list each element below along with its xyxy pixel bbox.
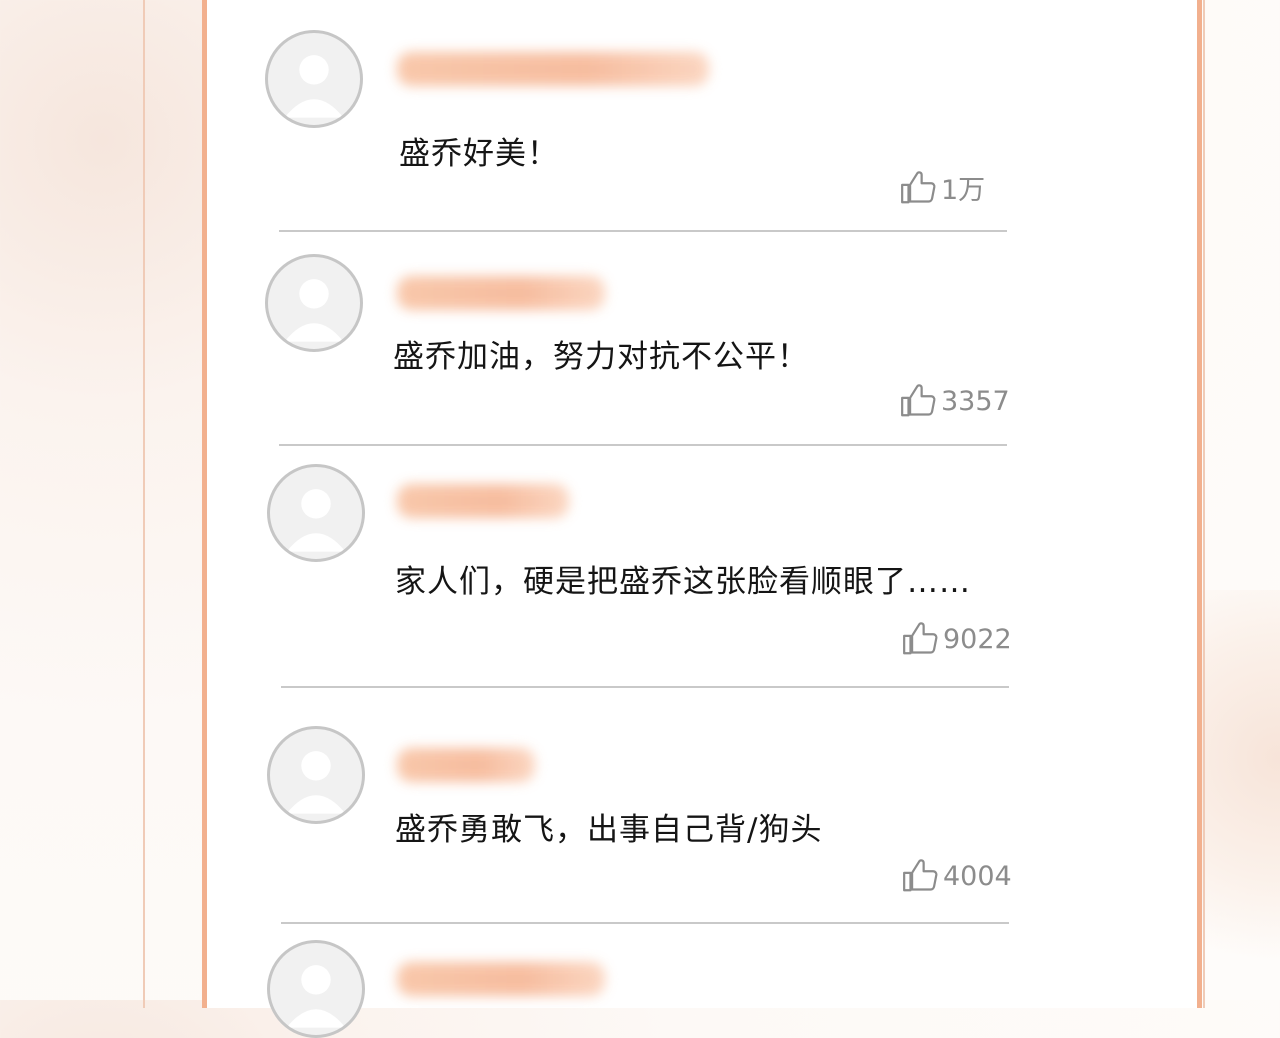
comment-divider: [281, 686, 1009, 688]
thumbs-up-icon: [901, 384, 936, 417]
thumbs-up-icon: [903, 622, 938, 655]
comment-text: 盛乔勇敢飞，出事自己背/狗头: [395, 812, 823, 848]
username-blurred[interactable]: [397, 484, 569, 518]
like-button[interactable]: 1万: [899, 168, 985, 207]
avatar-icon[interactable]: [267, 940, 365, 1038]
like-count: 3357: [941, 385, 1010, 417]
like-button[interactable]: 3357: [899, 382, 1010, 420]
username-blurred[interactable]: [397, 52, 709, 86]
username-blurred[interactable]: [397, 748, 535, 782]
username-blurred[interactable]: [397, 962, 605, 996]
comment-divider: [281, 922, 1009, 924]
comment-text: 家人们，硬是把盛乔这张脸看顺眼了……: [395, 564, 971, 600]
avatar-icon[interactable]: [265, 254, 363, 352]
avatar-icon[interactable]: [267, 464, 365, 562]
avatar-icon[interactable]: [267, 726, 365, 824]
comment-text: 盛乔加油，努力对抗不公平！: [393, 339, 809, 375]
username-blurred[interactable]: [397, 276, 605, 310]
comment-text: 盛乔好美！: [399, 136, 559, 172]
avatar-icon[interactable]: [265, 30, 363, 128]
comment-list: 盛乔好美！ 1万 盛乔加油，努力对抗不公平！ 3357 家人们，硬是把盛乔这张脸…: [202, 0, 1202, 1038]
like-button[interactable]: 4004: [901, 857, 1012, 895]
thumbs-up-icon: [901, 170, 936, 203]
like-count: 4004: [943, 860, 1012, 892]
like-count: 1万: [941, 175, 986, 206]
comment-divider: [279, 230, 1007, 232]
thumbs-up-icon: [903, 859, 938, 892]
like-button[interactable]: 9022: [901, 620, 1012, 658]
like-count: 9022: [943, 623, 1012, 655]
comment-divider: [279, 444, 1007, 446]
